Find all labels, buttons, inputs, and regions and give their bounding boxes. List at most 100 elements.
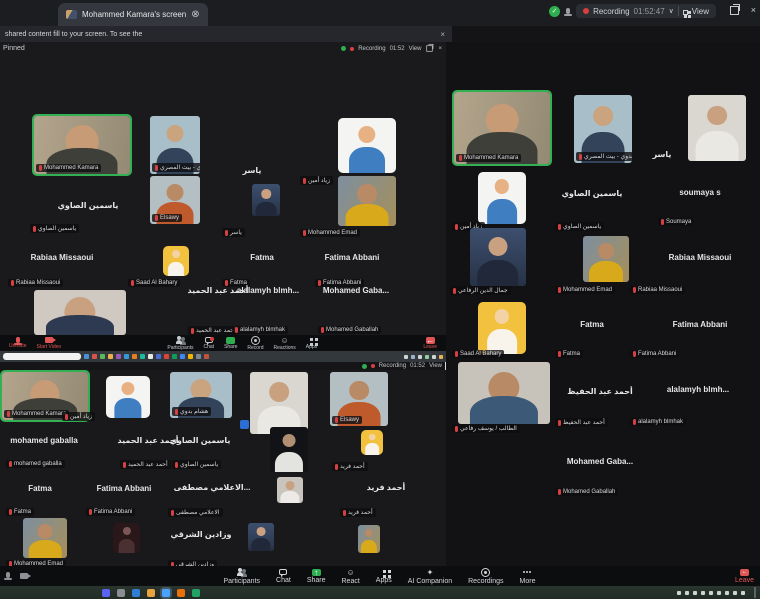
participant-video-tile[interactable]: Mohammed Kamara <box>454 92 550 164</box>
screen-share-notification: shared content fill to your screen. To s… <box>0 26 452 42</box>
taskbar-app-icon[interactable] <box>172 354 177 359</box>
taskbar-app-icon[interactable] <box>108 354 113 359</box>
participant-video-tile[interactable] <box>34 290 126 335</box>
participant-video-tile[interactable]: Mohammed Kamara <box>34 116 130 174</box>
cam-icon <box>45 337 53 343</box>
toolbar-item-leave[interactable]: ←Leave <box>423 336 437 350</box>
toolbar-item-apps[interactable]: Apps <box>306 337 317 350</box>
taskbar-app-icon[interactable] <box>100 354 105 359</box>
participant-video-tile[interactable] <box>458 362 550 424</box>
participant-avatar-tile[interactable] <box>478 302 526 354</box>
chevron-down-icon[interactable]: ∨ <box>669 7 674 15</box>
nested-meeting-gallery: Mohammed Kamaraزياد أمينهشام بدويElsawym… <box>0 370 446 599</box>
participant-video-tile[interactable]: Elsawy <box>330 372 388 426</box>
participant-video-tile[interactable] <box>338 176 396 226</box>
taskbar-app-icon[interactable] <box>132 589 140 597</box>
restore-window-icon[interactable] <box>730 6 739 15</box>
participant-video-tile[interactable] <box>250 372 308 434</box>
taskbar-app-icon[interactable] <box>147 589 155 597</box>
taskbar-app-icon[interactable] <box>180 354 185 359</box>
participant-video-tile[interactable] <box>23 518 67 558</box>
divider <box>678 6 679 16</box>
participant-name-label: ياسمين الصاوي <box>30 224 79 233</box>
taskbar-app-icon[interactable] <box>84 354 89 359</box>
taskbar-app-icon[interactable] <box>164 354 169 359</box>
participant-video-tile[interactable] <box>252 184 280 216</box>
leave-meeting-button[interactable]: ←Leave <box>735 568 754 584</box>
taskbar-app-icon[interactable] <box>116 354 121 359</box>
dismiss-notification-icon[interactable]: × <box>440 30 445 39</box>
participant-avatar-tile[interactable] <box>361 430 383 455</box>
participant-video-tile[interactable] <box>277 477 303 503</box>
view-button[interactable]: View <box>692 7 709 16</box>
participant-avatar-tile[interactable] <box>163 246 189 276</box>
participant-video-tile[interactable]: هشام بدوي - بيت المصري <box>574 95 632 163</box>
security-shield-icon[interactable]: ✓ <box>549 6 560 17</box>
participant-video-tile[interactable] <box>470 228 526 286</box>
participant-video-tile[interactable] <box>270 427 308 472</box>
taskbar-app-icon[interactable] <box>188 354 193 359</box>
person-silhouette <box>495 179 509 193</box>
taskbar-app-icon[interactable] <box>192 589 200 597</box>
toolbar-item-start-video[interactable]: Start Video <box>37 336 62 350</box>
toolbar-item-chat[interactable]: Chat <box>204 336 215 350</box>
participant-avatar-tile[interactable] <box>478 172 526 224</box>
taskbar-app-icon[interactable] <box>162 589 170 597</box>
participant-video-tile[interactable]: Elsawy <box>150 176 200 224</box>
toolbar-item-participants[interactable]: Participants <box>223 568 260 585</box>
person-silhouette <box>369 434 376 441</box>
taskbar-app-icon[interactable] <box>196 354 201 359</box>
taskbar-search-input[interactable] <box>3 353 81 360</box>
taskbar-app-icon[interactable] <box>204 354 209 359</box>
muted-mic-icon <box>191 328 194 334</box>
participant-name-label: أحمد عبد الحميد <box>120 460 171 469</box>
participant-name: ياسمين الصاوي <box>58 201 119 210</box>
taskbar-app-icon[interactable] <box>156 354 161 359</box>
muted-mic-icon <box>318 280 321 286</box>
show-desktop-button[interactable] <box>754 587 756 598</box>
taskbar-app-icon[interactable] <box>102 589 110 597</box>
tray-icon <box>411 355 415 359</box>
taskbar-app-icon[interactable] <box>177 589 185 597</box>
toolbar-item-participants[interactable]: Participants <box>167 336 193 351</box>
participant-avatar-tile[interactable] <box>113 523 140 553</box>
taskbar-app-icon[interactable] <box>117 589 125 597</box>
toolbar-item-share[interactable]: ↑Share <box>307 568 326 584</box>
shared-screen-tab[interactable]: Mohammed Kamara's screen ⊗ <box>58 3 208 26</box>
close-window-icon[interactable]: × <box>751 5 756 15</box>
microphone-icon[interactable] <box>6 572 10 578</box>
participant-video-tile[interactable] <box>248 523 274 551</box>
stop-viewing-icon[interactable]: ⊗ <box>191 9 199 20</box>
toolbar-item-apps[interactable]: Apps <box>376 569 392 584</box>
toolbar-item-more[interactable]: More <box>520 568 536 585</box>
toolbar-item-unmute[interactable]: Unmute <box>9 337 27 349</box>
recording-indicator[interactable]: Recording 01:52:47 ∨ View <box>576 4 716 18</box>
toolbar-item-recordings[interactable]: Recordings <box>468 567 503 585</box>
participant-video-tile[interactable]: هشام بدوي - بيت المصري <box>150 116 200 174</box>
toolbar-item-share[interactable]: Share <box>224 336 237 350</box>
toolbar-item-react[interactable]: ☺React <box>342 568 360 585</box>
person-silhouette <box>269 382 289 402</box>
participant-avatar-tile[interactable] <box>106 376 150 418</box>
taskbar-app-icon[interactable] <box>148 354 153 359</box>
participant-video-tile[interactable] <box>688 95 746 161</box>
participant-name-label: ياسمين الصاوي <box>555 222 604 231</box>
participant-video-tile[interactable] <box>358 525 380 553</box>
taskbar-app-icon[interactable] <box>140 354 145 359</box>
person-silhouette <box>470 396 538 424</box>
participant-video-tile[interactable]: هشام بدوي <box>170 372 232 418</box>
participant-video-tile[interactable] <box>583 236 629 282</box>
camera-icon[interactable] <box>20 573 28 579</box>
muted-mic-icon <box>459 155 462 161</box>
taskbar-app-icon[interactable] <box>124 354 129 359</box>
taskbar-app-icon[interactable] <box>132 354 137 359</box>
toolbar-item-ai-companion[interactable]: ✦AI Companion <box>408 568 452 585</box>
tray-icon <box>425 355 429 359</box>
toolbar-item-record[interactable]: Record <box>247 335 263 351</box>
taskbar-app-icon[interactable] <box>92 354 97 359</box>
toolbar-item-chat[interactable]: Chat <box>276 568 291 584</box>
toolbar-item-reactions[interactable]: ☺Reactions <box>274 336 296 351</box>
tray-icon <box>685 591 689 595</box>
participant-avatar-tile[interactable] <box>338 118 396 173</box>
participant-name: soumaya s <box>679 188 720 197</box>
